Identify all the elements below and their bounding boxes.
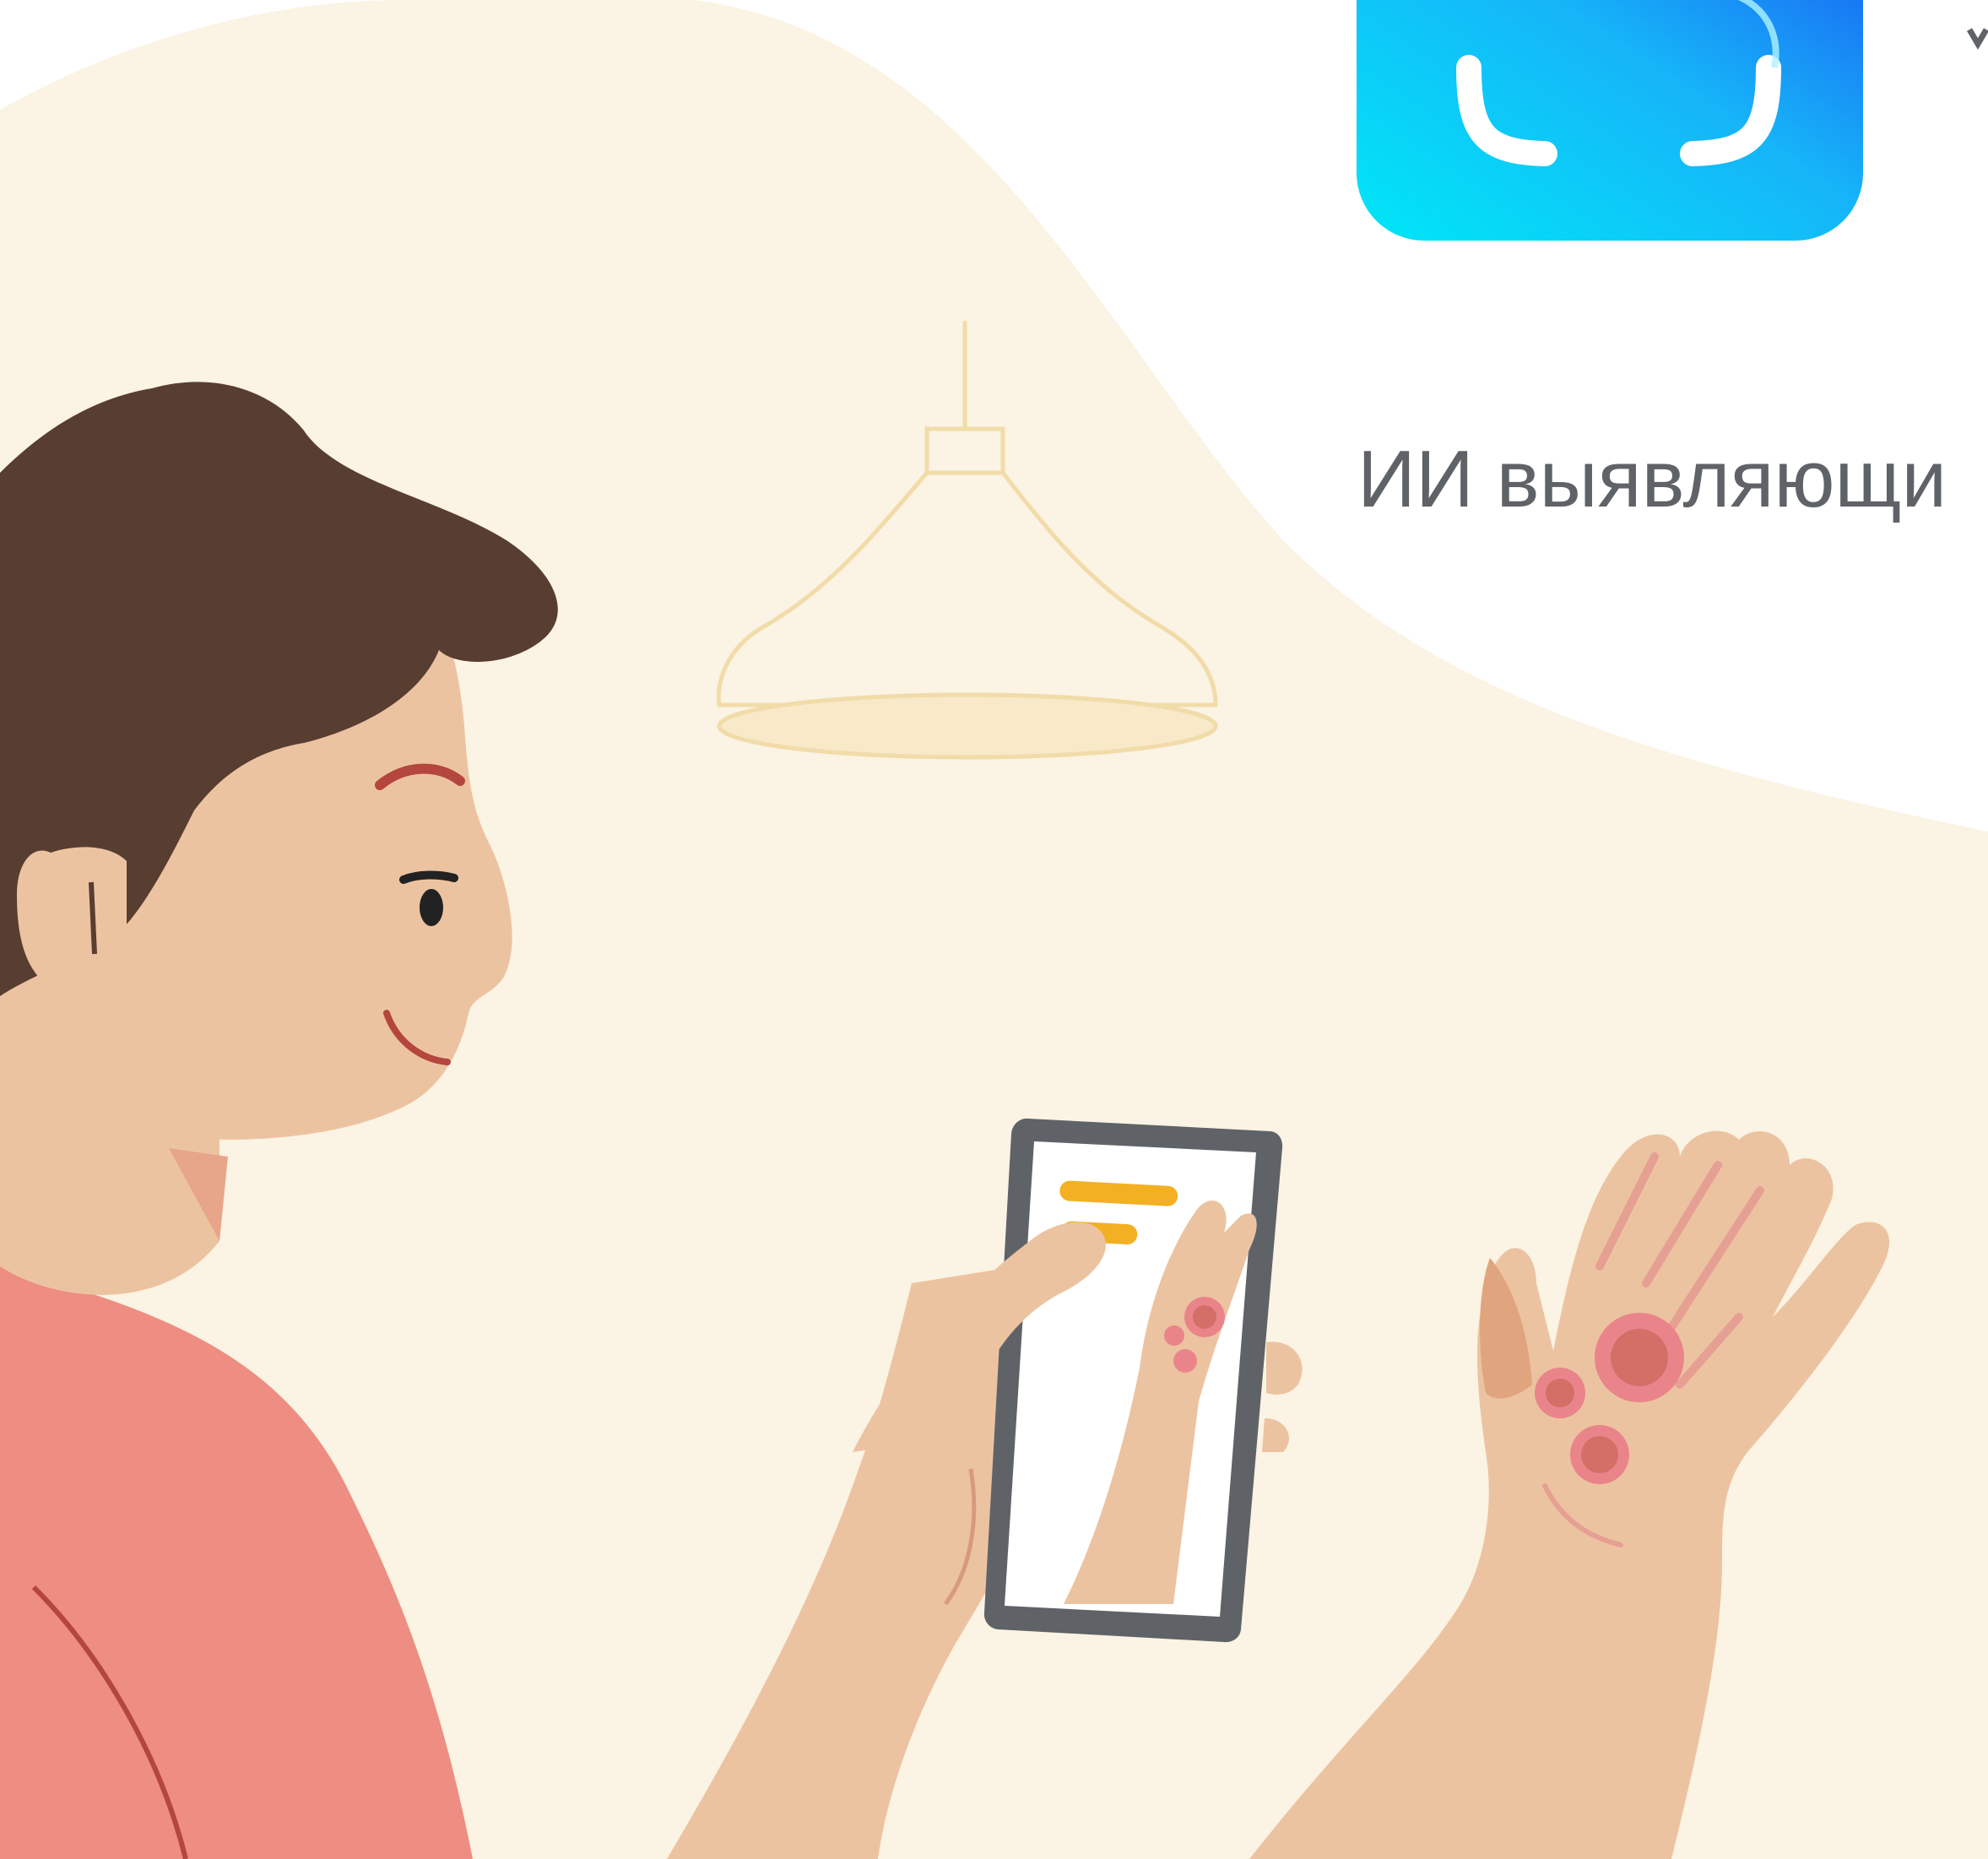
app-icon	[1357, 0, 1863, 241]
illustration	[0, 0, 1988, 1859]
phone	[983, 1118, 1283, 1643]
headline-text: ИИ выявляющи	[1357, 434, 1947, 524]
partial-glyph	[1966, 28, 1988, 50]
